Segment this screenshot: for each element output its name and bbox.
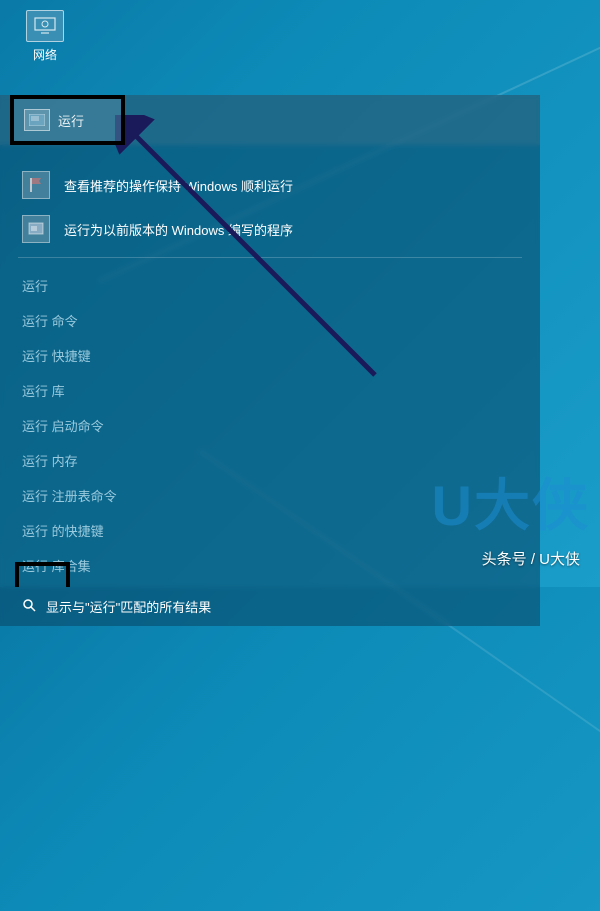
show-all-label: 显示与"运行"匹配的所有结果 <box>46 597 211 616</box>
search-top-result-label: 运行 <box>58 111 84 130</box>
suggestion-item[interactable]: 运行 库 <box>0 373 540 408</box>
result-item[interactable]: 查看推荐的操作保持 Windows 顺利运行 <box>0 163 540 207</box>
run-icon <box>24 109 50 131</box>
suggestion-item[interactable]: 运行 启动命令 <box>0 408 540 443</box>
watermark-logo: U大侠 <box>432 461 590 542</box>
desktop-icon-network[interactable]: 网络 <box>20 10 70 63</box>
search-top-result[interactable]: 运行 <box>10 95 125 145</box>
search-icon <box>22 598 36 615</box>
result-item[interactable]: 运行为以前版本的 Windows 编写的程序 <box>0 207 540 251</box>
attribution-text: 头条号 / U大侠 <box>482 548 580 569</box>
compatibility-icon <box>22 215 50 243</box>
annotation-box-bottom <box>15 562 70 587</box>
show-all-results[interactable]: 显示与"运行"匹配的所有结果 <box>0 587 540 626</box>
suggestion-item[interactable]: 运行 <box>0 268 540 303</box>
search-results-panel: 查看推荐的操作保持 Windows 顺利运行 运行为以前版本的 Windows … <box>0 95 540 626</box>
result-text: 查看推荐的操作保持 Windows 顺利运行 <box>64 176 293 195</box>
result-text: 运行为以前版本的 Windows 编写的程序 <box>64 220 293 239</box>
flag-icon <box>22 171 50 199</box>
divider <box>18 257 522 258</box>
suggestion-item[interactable]: 运行 快捷键 <box>0 338 540 373</box>
network-icon <box>26 10 64 42</box>
suggestion-item[interactable]: 运行 库合集 <box>0 548 540 583</box>
desktop-icon-label: 网络 <box>20 46 70 63</box>
suggested-results: 查看推荐的操作保持 Windows 顺利运行 运行为以前版本的 Windows … <box>0 145 540 251</box>
suggestion-item[interactable]: 运行 命令 <box>0 303 540 338</box>
